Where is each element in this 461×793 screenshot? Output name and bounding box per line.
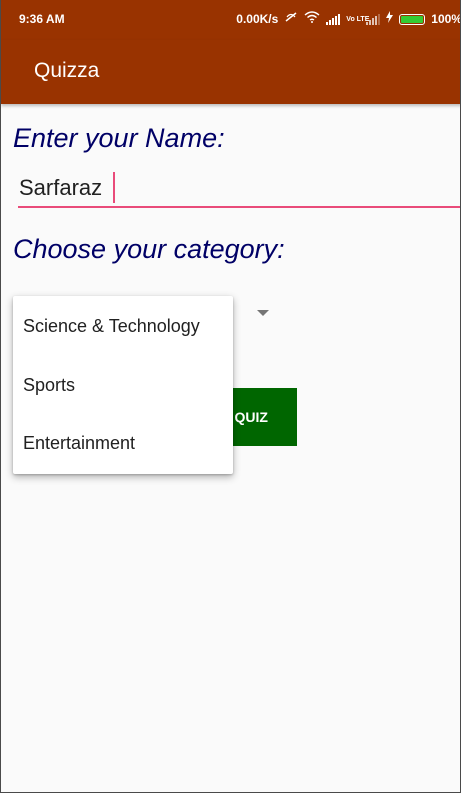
text-cursor <box>113 172 115 203</box>
name-input[interactable] <box>18 170 460 208</box>
status-time: 9:36 AM <box>19 12 65 26</box>
battery-fill <box>401 15 424 23</box>
signal-icon <box>326 13 341 25</box>
category-dropdown-menu: Science & Technology Sports Entertainmen… <box>13 296 233 474</box>
name-label: Enter your Name: <box>13 123 225 153</box>
dropdown-arrow-icon[interactable] <box>257 310 269 316</box>
dropdown-option-science-technology[interactable]: Science & Technology <box>13 297 233 355</box>
signal-icon <box>366 13 381 25</box>
app-title: Quizza <box>34 59 100 82</box>
battery-percent: 100% <box>431 12 461 26</box>
status-bar: 9:36 AM 0.00K/s Vo LTE 100% <box>1 0 461 40</box>
status-icons: 0.00K/s Vo LTE 100% <box>236 11 461 27</box>
app-bar: Quizza <box>1 40 460 104</box>
lte-icon: Vo LTE <box>346 15 370 23</box>
app-screen: 9:36 AM 0.00K/s Vo LTE 100% Quizza Enter… <box>0 0 461 793</box>
net-speed: 0.00K/s <box>236 12 279 26</box>
wifi-icon <box>304 11 320 27</box>
dropdown-option-entertainment[interactable]: Entertainment <box>13 414 233 472</box>
battery-icon <box>399 13 426 25</box>
category-label: Choose your category: <box>13 234 285 264</box>
data-saver-icon <box>284 11 298 27</box>
dropdown-option-sports[interactable]: Sports <box>13 356 233 414</box>
charging-icon <box>386 11 394 27</box>
